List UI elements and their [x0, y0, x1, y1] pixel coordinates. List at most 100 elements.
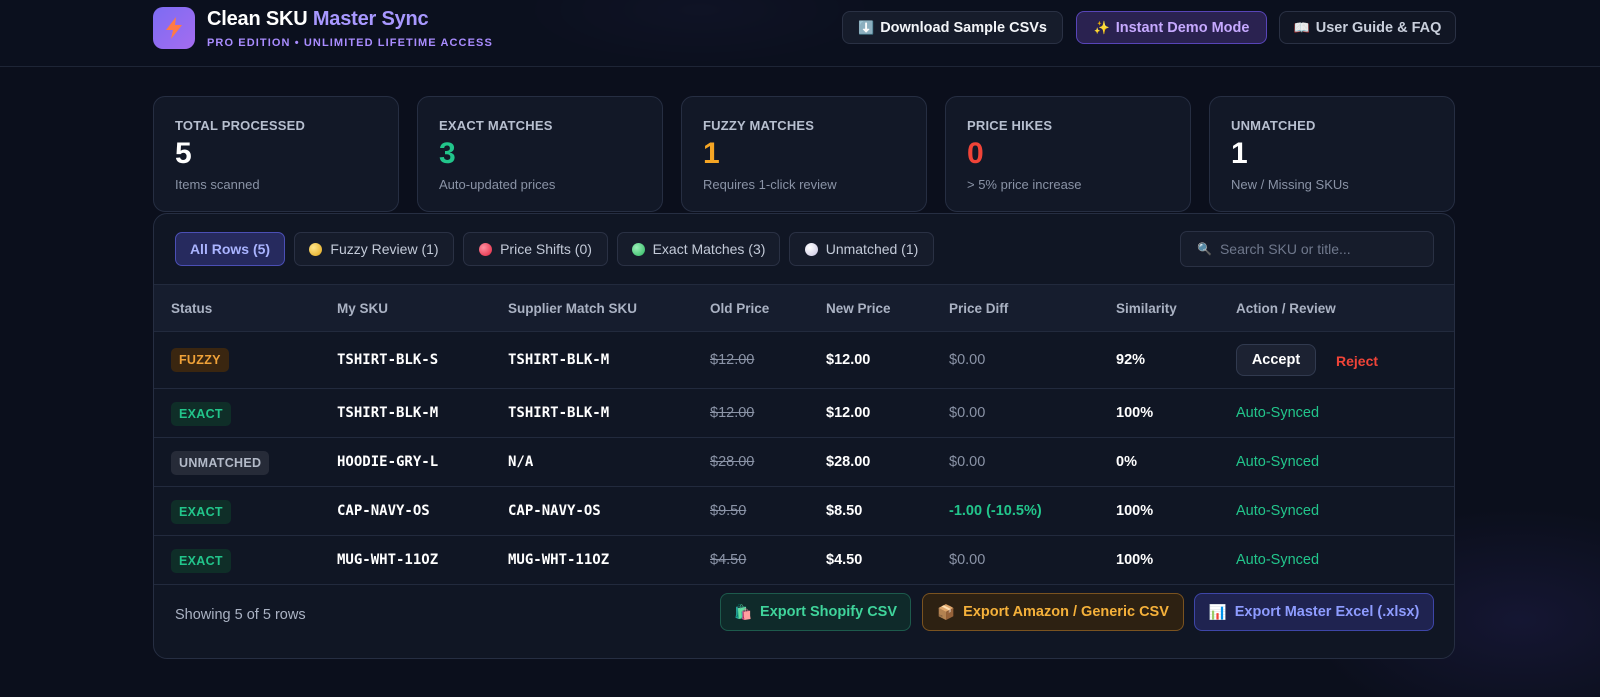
- stat-note: > 5% price increase: [967, 177, 1082, 192]
- old-price-cell: $12.00: [710, 405, 755, 421]
- supplier-sku-cell: N/A: [508, 454, 534, 470]
- table-header: Status My SKU Supplier Match SKU Old Pri…: [154, 284, 1454, 332]
- package-icon: 📦: [937, 604, 956, 621]
- my-sku-cell: MUG-WHT-11OZ: [337, 552, 439, 568]
- app-title: Clean SKU Master Sync: [207, 8, 429, 31]
- column-header-action: Action / Review: [1236, 301, 1336, 316]
- my-sku-cell: TSHIRT-BLK-S: [337, 352, 439, 368]
- column-header-old-price[interactable]: Old Price: [710, 301, 769, 316]
- download-icon: ⬇️: [858, 19, 875, 35]
- stat-note: Requires 1-click review: [703, 177, 837, 192]
- stat-value: 0: [967, 137, 984, 170]
- export-master-excel-button[interactable]: 📊 Export Master Excel (.xlsx): [1194, 593, 1434, 631]
- price-diff-cell: $0.00: [949, 454, 986, 470]
- my-sku-cell: HOODIE-GRY-L: [337, 454, 439, 470]
- filter-tab-all-rows[interactable]: All Rows (5): [175, 232, 285, 266]
- green-dot-icon: [631, 242, 645, 256]
- table-row: EXACT MUG-WHT-11OZ MUG-WHT-11OZ $4.50 $4…: [154, 536, 1454, 585]
- filter-toolbar: All Rows (5) Fuzzy Review (1) Price Shif…: [154, 214, 1454, 284]
- supplier-sku-cell: CAP-NAVY-OS: [508, 503, 601, 519]
- export-shopify-label: Export Shopify CSV: [760, 604, 898, 620]
- app-title-main: Clean SKU: [207, 8, 308, 30]
- filter-tab-price-shifts[interactable]: Price Shifts (0): [463, 232, 608, 266]
- user-guide-label: User Guide & FAQ: [1315, 19, 1442, 36]
- stat-note: Auto-updated prices: [439, 177, 556, 192]
- reject-button[interactable]: Reject: [1336, 353, 1378, 369]
- similarity-cell: 100%: [1116, 552, 1154, 568]
- row-count-label: Showing 5 of 5 rows: [175, 607, 306, 623]
- table-row: FUZZY TSHIRT-BLK-S TSHIRT-BLK-M $12.00 $…: [154, 332, 1454, 389]
- new-price-cell: $4.50: [826, 552, 863, 568]
- download-sample-csvs-button[interactable]: ⬇️ Download Sample CSVs: [842, 11, 1063, 44]
- app-header: Clean SKU Master Sync PRO EDITION • UNLI…: [0, 0, 1600, 67]
- status-badge-exact: EXACT: [171, 402, 231, 426]
- column-header-new-price[interactable]: New Price: [826, 301, 891, 316]
- export-excel-label: Export Master Excel (.xlsx): [1234, 604, 1420, 620]
- similarity-cell: 92%: [1116, 352, 1146, 368]
- price-diff-cell: -1.00 (-10.5%): [949, 503, 1042, 519]
- supplier-sku-cell: MUG-WHT-11OZ: [508, 552, 610, 568]
- filter-tab-label: Price Shifts (0): [500, 241, 592, 257]
- column-header-supplier-sku[interactable]: Supplier Match SKU: [508, 301, 637, 316]
- old-price-cell: $4.50: [710, 552, 747, 568]
- auto-synced-status: Auto-Synced: [1236, 454, 1320, 470]
- app-logo: [153, 7, 195, 49]
- export-amazon-label: Export Amazon / Generic CSV: [963, 604, 1169, 620]
- export-shopify-csv-button[interactable]: 🛍️ Export Shopify CSV: [720, 593, 911, 631]
- yellow-dot-icon: [309, 242, 323, 256]
- auto-synced-status: Auto-Synced: [1236, 552, 1320, 568]
- search-input[interactable]: [1219, 241, 1420, 257]
- column-header-similarity[interactable]: Similarity: [1116, 301, 1177, 316]
- accept-button[interactable]: Accept: [1236, 344, 1316, 376]
- user-guide-button[interactable]: 📖 User Guide & FAQ: [1279, 11, 1456, 44]
- status-badge-unmatched: UNMATCHED: [171, 451, 270, 475]
- instant-demo-mode-label: Instant Demo Mode: [1115, 19, 1250, 36]
- stat-card-exact-matches: EXACT MATCHES 3 Auto-updated prices: [417, 96, 663, 212]
- filter-tab-label: All Rows (5): [189, 241, 271, 257]
- table-row: EXACT CAP-NAVY-OS CAP-NAVY-OS $9.50 $8.5…: [154, 487, 1454, 536]
- filter-tab-label: Fuzzy Review (1): [330, 241, 439, 257]
- stat-label: PRICE HIKES: [967, 118, 1053, 133]
- filter-tab-fuzzy-review[interactable]: Fuzzy Review (1): [294, 232, 454, 266]
- new-price-cell: $28.00: [826, 454, 871, 470]
- supplier-sku-cell: TSHIRT-BLK-M: [508, 405, 610, 421]
- price-diff-cell: $0.00: [949, 552, 986, 568]
- results-panel: All Rows (5) Fuzzy Review (1) Price Shif…: [153, 213, 1455, 659]
- old-price-cell: $12.00: [710, 352, 755, 368]
- instant-demo-mode-button[interactable]: ✨ Instant Demo Mode: [1076, 11, 1267, 44]
- filter-tab-label: Unmatched (1): [825, 241, 919, 257]
- stat-value: 1: [1231, 137, 1248, 170]
- stat-card-fuzzy-matches: FUZZY MATCHES 1 Requires 1-click review: [681, 96, 927, 212]
- column-header-price-diff[interactable]: Price Diff: [949, 301, 1008, 316]
- status-badge-exact: EXACT: [171, 500, 231, 524]
- filter-tab-exact-matches[interactable]: Exact Matches (3): [617, 232, 780, 266]
- lightning-bolt-icon: [166, 17, 182, 39]
- stat-value: 5: [175, 137, 192, 170]
- old-price-cell: $28.00: [710, 454, 755, 470]
- column-header-my-sku[interactable]: My SKU: [337, 301, 388, 316]
- price-diff-cell: $0.00: [949, 352, 986, 368]
- app-subtitle: PRO EDITION • UNLIMITED LIFETIME ACCESS: [207, 37, 493, 49]
- similarity-cell: 0%: [1116, 454, 1137, 470]
- similarity-cell: 100%: [1116, 503, 1154, 519]
- stat-note: New / Missing SKUs: [1231, 177, 1349, 192]
- column-header-status[interactable]: Status: [171, 301, 212, 316]
- sparkles-icon: ✨: [1093, 19, 1110, 35]
- stat-label: UNMATCHED: [1231, 118, 1316, 133]
- status-badge-exact: EXACT: [171, 549, 231, 573]
- stat-card-price-hikes: PRICE HIKES 0 > 5% price increase: [945, 96, 1191, 212]
- export-amazon-csv-button[interactable]: 📦 Export Amazon / Generic CSV: [922, 593, 1184, 631]
- table-row: UNMATCHED HOODIE-GRY-L N/A $28.00 $28.00…: [154, 438, 1454, 487]
- stat-label: TOTAL PROCESSED: [175, 118, 306, 133]
- stat-label: FUZZY MATCHES: [703, 118, 815, 133]
- similarity-cell: 100%: [1116, 405, 1154, 421]
- stat-value: 1: [703, 137, 720, 170]
- book-icon: 📖: [1293, 19, 1310, 35]
- auto-synced-status: Auto-Synced: [1236, 503, 1320, 519]
- filter-tab-unmatched[interactable]: Unmatched (1): [789, 232, 934, 266]
- red-dot-icon: [479, 242, 493, 256]
- price-diff-cell: $0.00: [949, 405, 986, 421]
- white-dot-icon: [804, 242, 818, 256]
- app-title-accent: Master Sync: [312, 8, 429, 30]
- new-price-cell: $12.00: [826, 405, 871, 421]
